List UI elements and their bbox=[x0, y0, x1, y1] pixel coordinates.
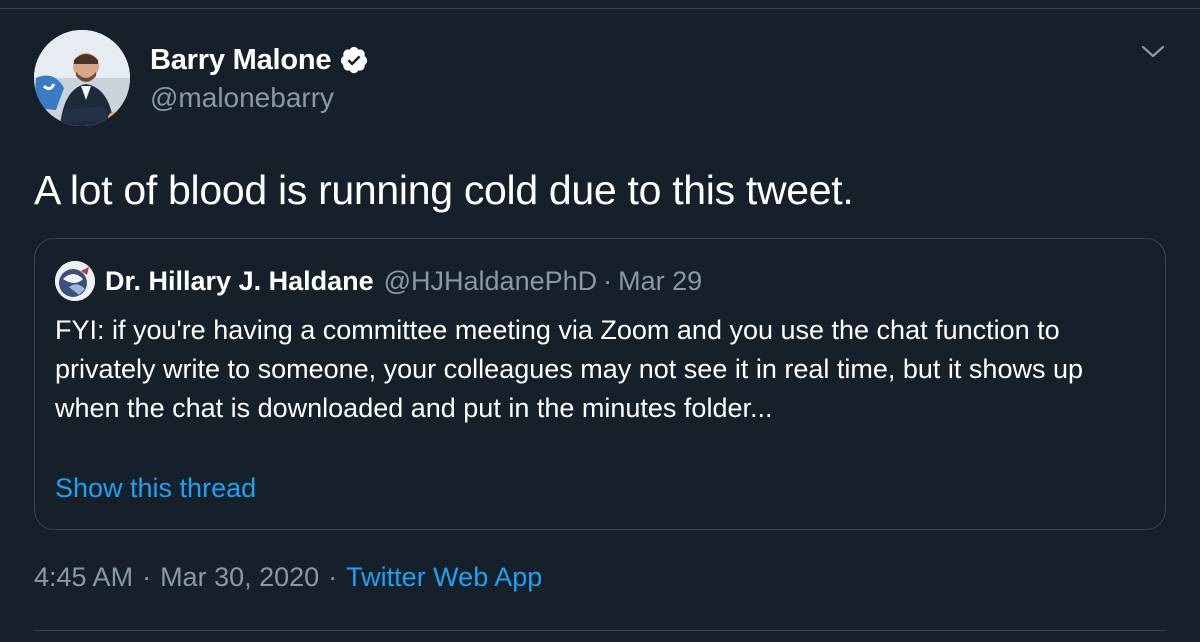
show-thread-link[interactable]: Show this thread bbox=[55, 473, 256, 504]
quoted-author-handle[interactable]: @HJHaldanePhD bbox=[384, 266, 598, 297]
tweet-text: A lot of blood is running cold due to th… bbox=[34, 167, 854, 213]
tweet-date[interactable]: Mar 30, 2020 bbox=[160, 562, 319, 593]
quoted-tweet-header: Dr. Hillary J. Haldane @HJHaldanePhD · M… bbox=[55, 261, 702, 301]
author-block: Barry Malone @malonebarry bbox=[150, 42, 369, 114]
author-name-row: Barry Malone bbox=[150, 42, 369, 78]
meta-separator-2: · bbox=[328, 562, 338, 592]
author-avatar[interactable] bbox=[34, 30, 130, 126]
quoted-separator: · bbox=[603, 265, 613, 296]
verified-badge-icon bbox=[339, 45, 369, 75]
tweet-metadata: 4:45 AM · Mar 30, 2020 · Twitter Web App bbox=[34, 562, 542, 593]
meta-separator: · bbox=[142, 562, 152, 592]
top-divider bbox=[0, 8, 1200, 9]
quoted-tweet-card[interactable]: Dr. Hillary J. Haldane @HJHaldanePhD · M… bbox=[34, 238, 1166, 530]
tweet-time[interactable]: 4:45 AM bbox=[34, 562, 133, 593]
author-photo bbox=[34, 30, 130, 126]
bottom-divider bbox=[34, 630, 1166, 631]
quoted-tweet-date[interactable]: Mar 29 bbox=[618, 266, 702, 297]
quoted-author-name[interactable]: Dr. Hillary J. Haldane bbox=[105, 266, 374, 297]
source-app-link[interactable]: Twitter Web App bbox=[346, 562, 542, 593]
tweet-detail: Barry Malone @malonebarry A lot of blood… bbox=[0, 0, 1200, 642]
author-handle[interactable]: @malonebarry bbox=[150, 82, 369, 114]
quoted-author-photo bbox=[55, 261, 95, 301]
chevron-down-icon[interactable] bbox=[1140, 42, 1166, 62]
quoted-tweet-text: FYI: if you're having a committee meetin… bbox=[55, 315, 1083, 423]
quoted-author-avatar bbox=[55, 261, 95, 301]
author-name[interactable]: Barry Malone bbox=[150, 44, 332, 77]
